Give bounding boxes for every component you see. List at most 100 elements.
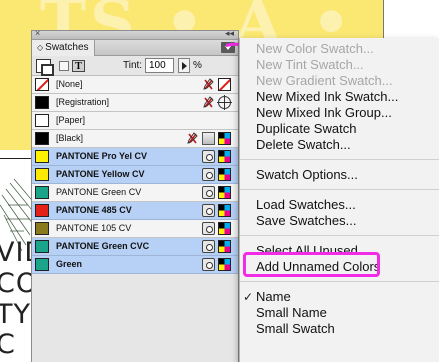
swatch-color-chip xyxy=(35,96,49,109)
swatch-color-chip xyxy=(35,168,49,181)
swatch-row[interactable]: [Registration] xyxy=(32,94,238,112)
swatch-name: PANTONE Pro Yel CV xyxy=(56,151,148,161)
swatch-row[interactable]: PANTONE 485 CV xyxy=(32,202,238,220)
menu-item-label: Duplicate Swatch xyxy=(256,121,357,136)
menu-item-delete-swatch[interactable]: Delete Swatch... xyxy=(240,137,439,153)
swatch-list: [None] [Registration] [Paper] [Black] PANTON… xyxy=(32,76,238,274)
menu-item-new-mixed-ink-swatch[interactable]: New Mixed Ink Swatch... xyxy=(240,89,439,105)
swatch-name: PANTONE Yellow CV xyxy=(56,169,145,179)
spot-icon xyxy=(202,222,215,235)
cmyk-icon xyxy=(218,258,231,271)
menu-item-small-swatch[interactable]: Small Swatch xyxy=(240,321,439,337)
document-guide-line xyxy=(383,0,384,40)
menu-item-label: Name xyxy=(256,289,291,304)
tint-input[interactable]: 100 xyxy=(145,58,174,73)
swatch-name: Green xyxy=(56,259,83,269)
cmyk-icon xyxy=(218,186,231,199)
panel-tab-bar: ◇ Swatches xyxy=(32,40,238,56)
swatch-color-chip xyxy=(35,258,49,271)
spot-icon xyxy=(202,186,215,199)
noedit-icon xyxy=(202,96,215,109)
menu-item-new-gradient-swatch: New Gradient Swatch... xyxy=(240,73,439,89)
menu-item-label: Save Swatches... xyxy=(256,213,357,228)
tab-swatches-label: Swatches xyxy=(45,42,89,53)
swatch-name: PANTONE Green CV xyxy=(56,187,142,197)
menu-separator xyxy=(240,159,439,160)
menu-item-name[interactable]: ✓ Name xyxy=(240,289,439,305)
menu-item-label: New Mixed Ink Swatch... xyxy=(256,89,399,104)
document-text-line: C xyxy=(0,329,16,360)
menu-separator xyxy=(240,235,439,236)
gray-icon xyxy=(202,132,215,145)
menu-item-new-color-swatch: New Color Swatch... xyxy=(240,41,439,57)
tab-swatches[interactable]: ◇ Swatches xyxy=(32,40,95,56)
swatch-color-chip xyxy=(35,222,49,235)
swatch-toolbar: T Tint: 100 % xyxy=(32,56,238,76)
swatch-color-chip xyxy=(35,114,49,127)
swatch-name: [Paper] xyxy=(56,115,86,125)
menu-separator xyxy=(240,189,439,190)
menu-item-duplicate-swatch[interactable]: Duplicate Swatch xyxy=(240,121,439,137)
swatch-name: [None] xyxy=(56,79,83,89)
panel-close-icon[interactable]: × xyxy=(35,28,40,38)
swatch-row[interactable]: PANTONE Green CVC xyxy=(32,238,238,256)
document-text-line: TY xyxy=(0,299,31,330)
cmyk-icon xyxy=(218,222,231,235)
swatch-color-chip xyxy=(35,186,49,199)
swatch-name: PANTONE 485 CV xyxy=(56,205,132,215)
menu-separator xyxy=(240,281,439,282)
swatches-flyout-menu: New Color Swatch... New Tint Swatch... New… xyxy=(239,38,439,362)
cmyk-icon xyxy=(218,168,231,181)
menu-item-new-tint-swatch: New Tint Swatch... xyxy=(240,57,439,73)
checkmark-icon: ✓ xyxy=(243,290,254,304)
swatch-name: PANTONE 105 CV xyxy=(56,223,132,233)
menu-item-load-swatches[interactable]: Load Swatches... xyxy=(240,197,439,213)
menu-item-label: Swatch Options... xyxy=(256,167,358,182)
fill-stroke-toggle-icon[interactable] xyxy=(36,59,54,76)
swatch-row[interactable]: PANTONE Green CV xyxy=(32,184,238,202)
swatch-color-chip xyxy=(35,204,49,217)
swatch-row[interactable]: PANTONE 105 CV xyxy=(32,220,238,238)
menu-item-label: New Color Swatch... xyxy=(256,41,374,56)
tab-expand-icon: ◇ xyxy=(37,43,44,52)
tint-unit: % xyxy=(193,60,202,71)
cmyk-icon xyxy=(218,150,231,163)
menu-item-label: Delete Swatch... xyxy=(256,137,351,152)
menu-item-label: New Tint Swatch... xyxy=(256,57,364,72)
panel-title-bar[interactable]: × ◂◂ xyxy=(32,28,238,40)
spot-icon xyxy=(202,204,215,217)
swatch-row[interactable]: [None] xyxy=(32,76,238,94)
annotation-highlight-box xyxy=(243,252,380,277)
panel-collapse-icon[interactable]: ◂◂ xyxy=(225,28,234,39)
swatch-row[interactable]: Green xyxy=(32,256,238,274)
menu-item-label: Load Swatches... xyxy=(256,197,356,212)
swatch-row[interactable]: PANTONE Yellow CV xyxy=(32,166,238,184)
menu-item-label: New Gradient Swatch... xyxy=(256,73,393,88)
menu-item-swatch-options[interactable]: Swatch Options... xyxy=(240,167,439,183)
menu-item-label: Small Swatch xyxy=(256,321,335,336)
cmyk-icon xyxy=(218,204,231,217)
formatting-container-icon[interactable] xyxy=(59,61,69,71)
spot-icon xyxy=(202,150,215,163)
swatch-row[interactable]: PANTONE Pro Yel CV xyxy=(32,148,238,166)
menu-item-save-swatches[interactable]: Save Swatches... xyxy=(240,213,439,229)
menu-item-label: Small Name xyxy=(256,305,327,320)
spot-icon xyxy=(202,168,215,181)
formatting-text-icon[interactable]: T xyxy=(72,60,85,72)
menu-item-new-mixed-ink-group[interactable]: New Mixed Ink Group... xyxy=(240,105,439,121)
swatch-name: [Black] xyxy=(56,133,84,143)
menu-item-label: New Mixed Ink Group... xyxy=(256,105,392,120)
swatch-row[interactable]: [Black] xyxy=(32,130,238,148)
swatches-panel: × ◂◂ ◇ Swatches T Tint: 100 % [None] [Regi… xyxy=(31,28,239,362)
noedit-icon xyxy=(186,132,199,145)
cmyk-icon xyxy=(218,240,231,253)
noedit-icon xyxy=(202,78,215,91)
spot-icon xyxy=(202,258,215,271)
swatch-color-chip xyxy=(35,240,49,253)
menu-item-small-name[interactable]: Small Name xyxy=(240,305,439,321)
tint-slider-arrow-icon[interactable] xyxy=(178,58,190,73)
cmyk-icon xyxy=(218,132,231,145)
regtarget-icon xyxy=(217,95,232,110)
swatch-row[interactable]: [Paper] xyxy=(32,112,238,130)
swatch-color-chip xyxy=(35,132,49,145)
